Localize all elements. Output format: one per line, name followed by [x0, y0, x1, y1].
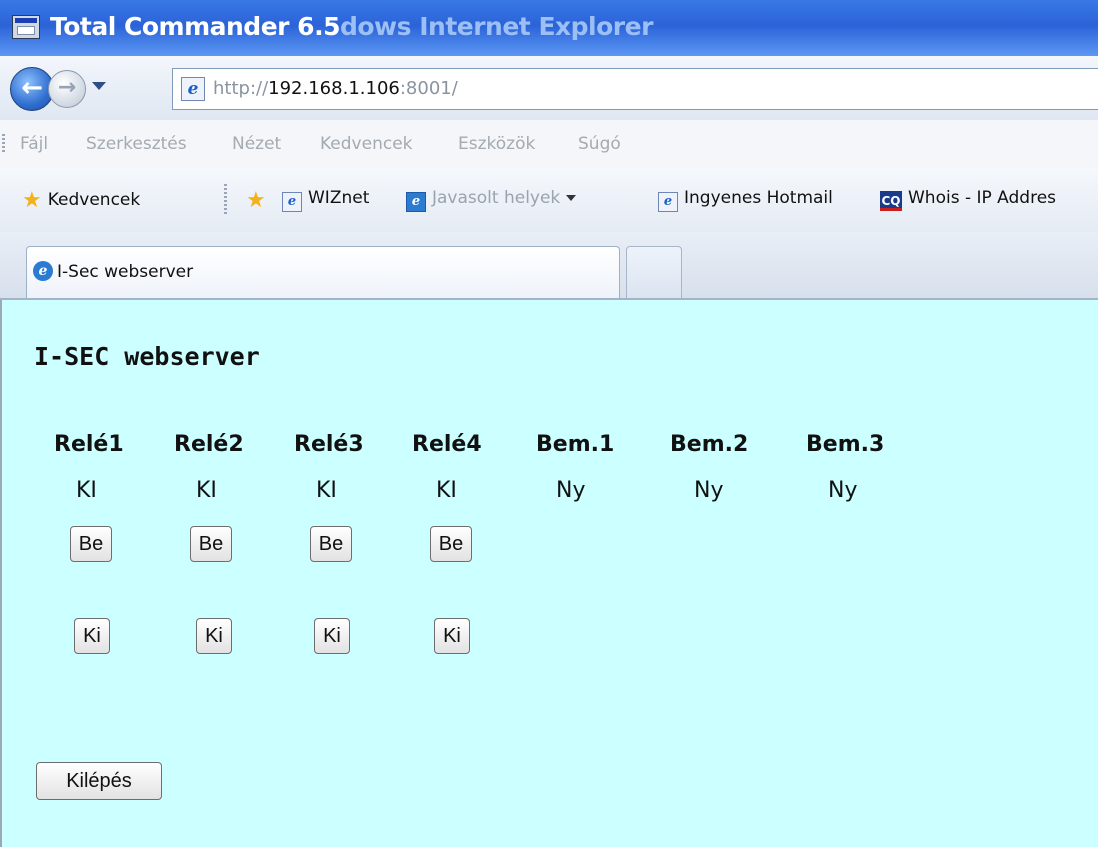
- column-header-rele4: Relé4: [412, 432, 482, 457]
- relay3-on-button[interactable]: Be: [310, 526, 352, 562]
- input2-state: Ny: [694, 478, 724, 503]
- ie-logo-icon: e: [33, 261, 53, 281]
- page-content: I-SEC webserver Relé1 Relé2 Relé3 Relé4 …: [0, 300, 1098, 847]
- relay4-state: KI: [436, 478, 457, 503]
- address-url[interactable]: http://192.168.1.106:8001/: [213, 78, 458, 99]
- ie-page-icon: e: [181, 77, 205, 101]
- cq-logo-icon: CQ: [880, 191, 902, 211]
- fav-link-hotmail[interactable]: e Ingyenes Hotmail: [658, 188, 833, 212]
- address-field[interactable]: e http://192.168.1.106:8001/: [172, 68, 1098, 110]
- add-favorite-button[interactable]: ★: [246, 188, 272, 213]
- menu-view[interactable]: Nézet: [232, 134, 281, 154]
- fav-link-suggested-sites[interactable]: e Javasolt helyek: [406, 188, 577, 212]
- menu-help[interactable]: Súgó: [578, 134, 621, 154]
- url-port-path: :8001/: [399, 78, 458, 99]
- fav-link-whois[interactable]: CQ Whois - IP Addres: [880, 188, 1056, 211]
- app-window-icon: [12, 15, 40, 39]
- menu-file[interactable]: Fájl: [20, 134, 48, 154]
- menu-bar: Fájl Szerkesztés Nézet Kedvencek Eszközö…: [0, 120, 1098, 169]
- chevron-down-icon: [566, 195, 577, 201]
- favorites-separator: [224, 184, 227, 216]
- new-tab-button[interactable]: [626, 246, 682, 298]
- column-header-bem1: Bem.1: [536, 432, 615, 457]
- column-header-rele1: Relé1: [54, 432, 124, 457]
- favorites-label: Kedvencek: [47, 190, 141, 210]
- ie-logo-icon: e: [406, 192, 426, 212]
- favorites-bar: ★ Kedvencek ★ e WIZnet e Javasolt helyek eI…: [0, 168, 1098, 233]
- back-arrow-icon: ←: [21, 73, 43, 103]
- input1-state: Ny: [556, 478, 586, 503]
- relay4-off-button[interactable]: Ki: [434, 618, 470, 654]
- relay2-off-button[interactable]: Ki: [196, 618, 232, 654]
- browser-window: Total Commander 6.5dows Internet Explore…: [0, 0, 1098, 847]
- window-title-text: Total Commander 6.5: [50, 12, 340, 41]
- relay1-state: KI: [76, 478, 97, 503]
- forward-arrow-icon: →: [57, 75, 77, 100]
- page-title: I-SEC webserver: [34, 342, 260, 371]
- favorites-star-icon: ★: [22, 188, 42, 213]
- forward-button[interactable]: →: [48, 70, 86, 108]
- exit-button[interactable]: Kilépés: [36, 762, 162, 800]
- fav-link-label: Ingyenes Hotmail: [684, 188, 833, 208]
- window-title: Total Commander 6.5dows Internet Explore…: [50, 12, 653, 41]
- add-favorite-star-icon: ★: [246, 188, 266, 213]
- fav-link-label: Whois - IP Addres: [908, 188, 1057, 208]
- favorites-button[interactable]: ★ Kedvencek: [22, 188, 140, 213]
- menu-edit[interactable]: Szerkesztés: [86, 134, 187, 154]
- url-host: 192.168.1.106: [268, 78, 400, 99]
- relay4-on-button[interactable]: Be: [430, 526, 472, 562]
- history-dropdown-icon[interactable]: [92, 82, 106, 90]
- column-header-rele3: Relé3: [294, 432, 364, 457]
- relay2-state: KI: [196, 478, 217, 503]
- relay1-off-button[interactable]: Ki: [74, 618, 110, 654]
- column-header-rele2: Relé2: [174, 432, 244, 457]
- ie-page-icon: e: [282, 192, 302, 212]
- input3-state: Ny: [828, 478, 858, 503]
- column-header-bem2: Bem.2: [670, 432, 749, 457]
- ie-page-icon: e: [658, 192, 678, 212]
- fav-link-wiznet[interactable]: e WIZnet: [282, 188, 369, 212]
- relay3-off-button[interactable]: Ki: [314, 618, 350, 654]
- menu-grip-handle[interactable]: [2, 134, 5, 154]
- relay3-state: KI: [316, 478, 337, 503]
- menu-tools[interactable]: Eszközök: [458, 134, 535, 154]
- column-header-bem3: Bem.3: [806, 432, 885, 457]
- fav-link-label: WIZnet: [308, 188, 370, 208]
- tab-bar: e I-Sec webserver: [0, 232, 1098, 300]
- tab-i-sec-webserver[interactable]: e I-Sec webserver: [26, 246, 620, 298]
- relay1-on-button[interactable]: Be: [70, 526, 112, 562]
- relay2-on-button[interactable]: Be: [190, 526, 232, 562]
- window-title-ghost-text: dows Internet Explorer: [339, 12, 653, 41]
- fav-link-label: Javasolt helyek: [432, 188, 561, 208]
- menu-favorites[interactable]: Kedvencek: [320, 134, 413, 154]
- title-bar: Total Commander 6.5dows Internet Explore…: [0, 0, 1098, 56]
- address-toolbar: ← → e http://192.168.1.106:8001/: [0, 56, 1098, 121]
- url-scheme: http://: [213, 78, 269, 99]
- tab-label: I-Sec webserver: [57, 262, 194, 282]
